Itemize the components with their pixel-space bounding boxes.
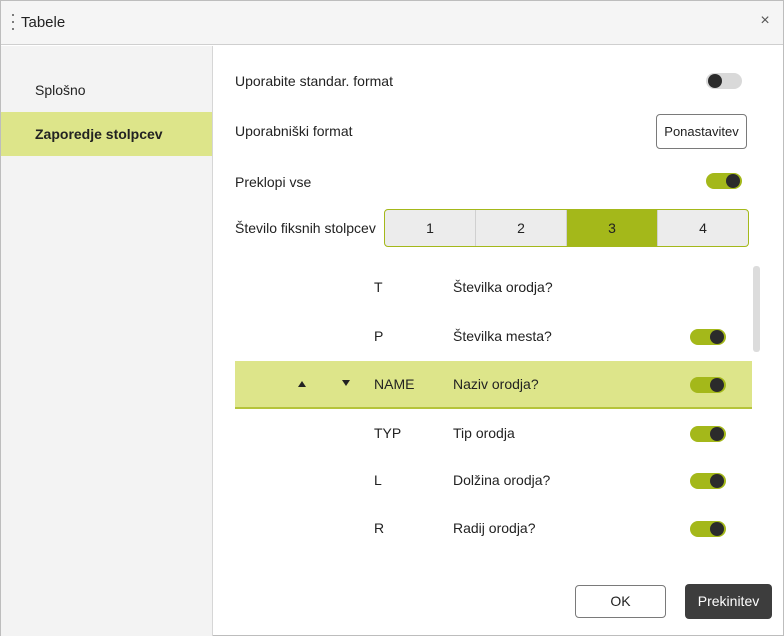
- fixed-columns-option-3[interactable]: 3: [566, 210, 657, 246]
- toggle-all-switch[interactable]: [706, 173, 742, 189]
- close-icon[interactable]: ×: [757, 12, 773, 30]
- column-visible-toggle[interactable]: [690, 521, 726, 537]
- toggle-knob: [708, 74, 722, 88]
- kebab-menu-icon[interactable]: [10, 14, 16, 30]
- column-description: Številka mesta?: [453, 328, 552, 344]
- fixed-columns-option-4[interactable]: 4: [657, 210, 748, 246]
- column-code: TYP: [374, 425, 402, 441]
- fixed-columns-label: Število fiksnih stolpcev: [235, 220, 376, 236]
- toggle-knob: [726, 174, 740, 188]
- fixed-columns-selector: 1 2 3 4: [384, 209, 749, 247]
- ok-button[interactable]: OK: [575, 585, 666, 618]
- column-row-typ[interactable]: TYP Tip orodja: [235, 410, 752, 458]
- toggle-knob: [710, 427, 724, 441]
- setting-standard-format: Uporabite standar. format: [235, 66, 755, 96]
- toggle-knob: [710, 522, 724, 536]
- move-down-icon[interactable]: [342, 380, 350, 386]
- setting-toggle-all: Preklopi vse: [235, 167, 755, 197]
- column-code: R: [374, 520, 385, 536]
- fixed-columns-option-2[interactable]: 2: [475, 210, 566, 246]
- user-format-label: Uporabniški format: [235, 123, 353, 139]
- dialog-title: Tabele: [21, 14, 66, 31]
- sidebar-item-column-order[interactable]: Zaporedje stolpcev: [1, 112, 212, 156]
- list-scrollbar[interactable]: [753, 266, 760, 352]
- toggle-knob: [710, 330, 724, 344]
- reset-button[interactable]: Ponastavitev: [656, 114, 747, 149]
- column-code: P: [374, 328, 384, 344]
- column-description: Naziv orodja?: [453, 376, 539, 392]
- standard-format-toggle[interactable]: [706, 73, 742, 89]
- standard-format-label: Uporabite standar. format: [235, 73, 393, 89]
- column-row-name[interactable]: NAME Naziv orodja?: [235, 361, 752, 409]
- column-visible-toggle[interactable]: [690, 473, 726, 489]
- move-up-icon[interactable]: [298, 381, 306, 387]
- toggle-all-label: Preklopi vse: [235, 174, 312, 190]
- toggle-knob: [710, 474, 724, 488]
- fixed-columns-option-1[interactable]: 1: [385, 210, 475, 246]
- cancel-button[interactable]: Prekinitev: [685, 584, 772, 619]
- dialog-titlebar: Tabele ×: [1, 1, 783, 45]
- toggle-knob: [710, 378, 724, 392]
- column-row-t[interactable]: T Številka orodja?: [235, 264, 752, 312]
- column-description: Radij orodja?: [453, 520, 536, 536]
- column-row-r[interactable]: R Radij orodja?: [235, 505, 752, 553]
- column-description: Dolžina orodja?: [453, 472, 551, 488]
- column-visible-toggle[interactable]: [690, 377, 726, 393]
- tables-dialog: Tabele × Splošno Zaporedje stolpcev Upor…: [0, 0, 784, 636]
- column-code: NAME: [374, 376, 415, 392]
- column-code: T: [374, 279, 383, 295]
- column-code: L: [374, 472, 382, 488]
- column-visible-toggle[interactable]: [690, 329, 726, 345]
- column-row-p[interactable]: P Številka mesta?: [235, 313, 752, 361]
- column-description: Tip orodja: [453, 425, 515, 441]
- column-visible-toggle[interactable]: [690, 426, 726, 442]
- sidebar-item-splosno[interactable]: Splošno: [1, 68, 212, 112]
- column-row-l[interactable]: L Dolžina orodja?: [235, 457, 752, 505]
- sidebar: Splošno Zaporedje stolpcev: [1, 46, 213, 636]
- column-description: Številka orodja?: [453, 279, 553, 295]
